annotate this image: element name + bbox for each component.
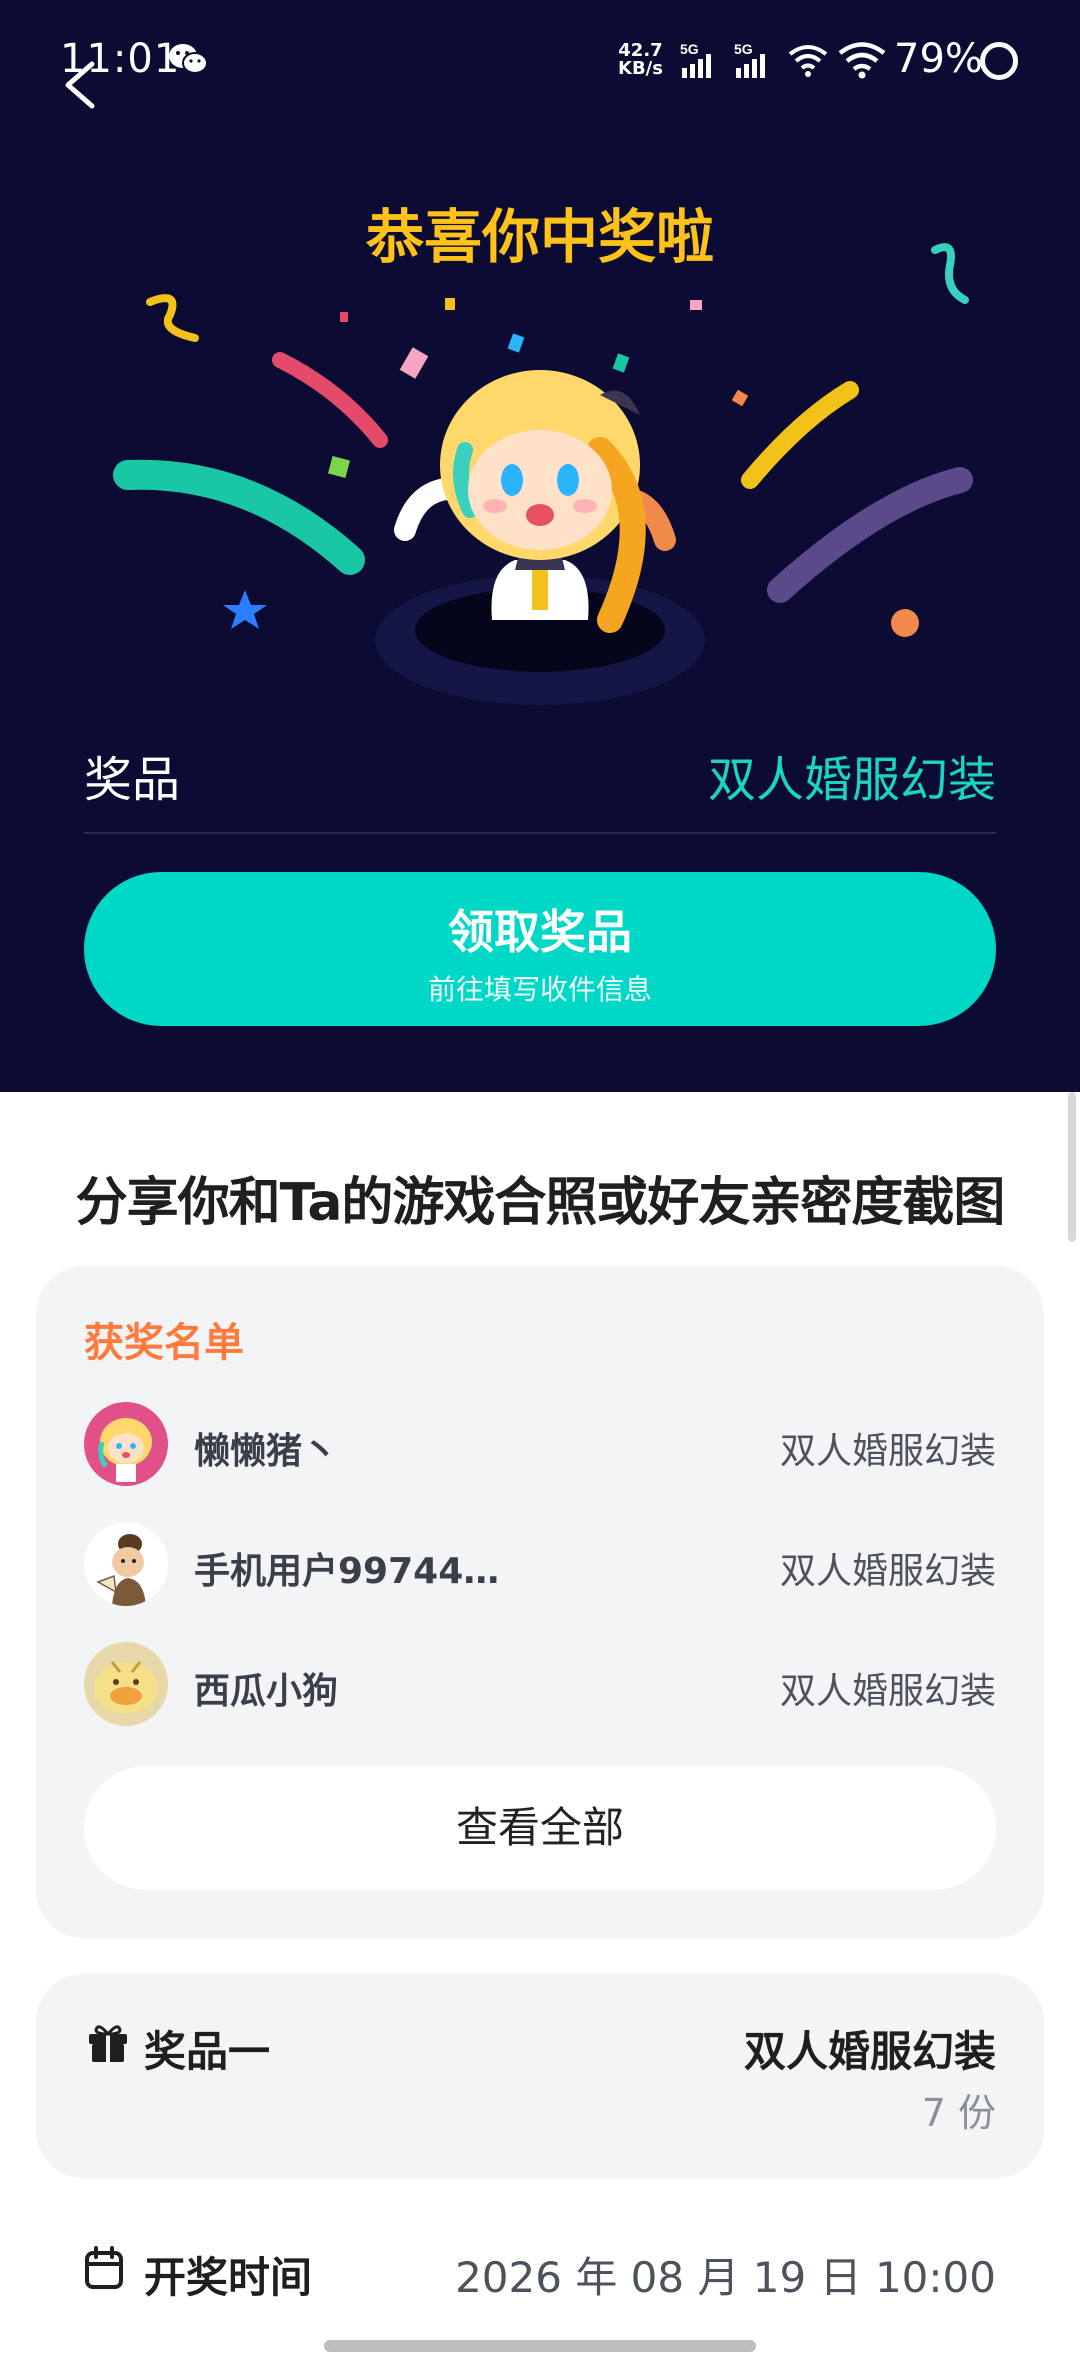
wifi-plus-icon bbox=[788, 45, 828, 77]
prize-one-name: 双人婚服幻装 bbox=[743, 2027, 996, 2076]
claim-button-title: 领取奖品 bbox=[448, 905, 632, 959]
share-title: 分享你和Ta的游戏合照或好友亲密度截图 bbox=[75, 1173, 1006, 1233]
winner-name: 手机用户99744… bbox=[194, 1551, 500, 1592]
sig1-label: 5G bbox=[680, 41, 699, 57]
net-speed-unit: KB/s bbox=[618, 58, 663, 79]
back-arrow-icon[interactable] bbox=[60, 58, 104, 112]
prize-detail-card: 奖品一 双人婚服幻装 7 份 bbox=[36, 1974, 1044, 2178]
avatar bbox=[84, 1402, 168, 1486]
claim-button-subtitle: 前往填写收件信息 bbox=[427, 973, 652, 1006]
draw-time-value: 2026 年 08 月 19 日 10:00 bbox=[455, 2253, 996, 2302]
prize-label: 奖品 bbox=[84, 752, 181, 808]
claim-prize-button[interactable]: 领取奖品 前往填写收件信息 bbox=[84, 872, 996, 1026]
winner-prize: 双人婚服幻装 bbox=[779, 1551, 996, 1592]
winner-row: 西瓜小狗 双人婚服幻装 bbox=[84, 1642, 996, 1726]
winner-prize: 双人婚服幻装 bbox=[779, 1431, 996, 1472]
gift-icon bbox=[89, 2025, 127, 2062]
winner-name: 懒懒猪丶 bbox=[194, 1431, 339, 1472]
battery-percent: 79% bbox=[894, 36, 983, 82]
network-speed: 42.7 KB/s bbox=[618, 42, 663, 78]
winners-card: 获奖名单 懒懒猪丶 双人婚服幻装 手机用户99744… 双人婚服幻装 西瓜小狗 … bbox=[36, 1266, 1044, 1938]
winner-prize: 双人婚服幻装 bbox=[779, 1671, 996, 1712]
winner-row: 懒懒猪丶 双人婚服幻装 bbox=[84, 1402, 996, 1486]
draw-time-row: 开奖时间 2026 年 08 月 19 日 10:00 bbox=[84, 2240, 996, 2304]
avatar bbox=[84, 1642, 168, 1726]
winners-title: 获奖名单 bbox=[84, 1320, 244, 1366]
sig2-label: 5G bbox=[734, 41, 753, 57]
calendar-icon bbox=[85, 2246, 123, 2289]
prize-one-count: 7 份 bbox=[921, 2091, 996, 2135]
winner-row: 手机用户99744… 双人婚服幻装 bbox=[84, 1522, 996, 1606]
avatar bbox=[84, 1522, 168, 1606]
celebration-illustration bbox=[113, 243, 973, 705]
battery-ring-icon bbox=[980, 42, 1018, 80]
wifi-icon bbox=[838, 42, 886, 79]
prize-summary-row: 奖品 双人婚服幻装 bbox=[84, 730, 996, 834]
draw-time-label: 开奖时间 bbox=[144, 2253, 313, 2302]
prize-value: 双人婚服幻装 bbox=[707, 752, 996, 808]
wechat-icon bbox=[169, 44, 208, 74]
signal-5g-icon-2: 5G bbox=[734, 41, 765, 78]
prize-one-label: 奖品一 bbox=[144, 2027, 271, 2076]
view-all-button[interactable]: 查看全部 bbox=[84, 1766, 996, 1890]
signal-5g-icon: 5G bbox=[680, 41, 711, 78]
prize-hero: 11:01 42.7 KB/s 5G 5G 79% 恭喜你中奖啦 奖品 双人婚服… bbox=[0, 0, 1080, 1092]
winner-name: 西瓜小狗 bbox=[194, 1671, 339, 1712]
status-bar: 11:01 42.7 KB/s 5G 5G 79% bbox=[0, 0, 1080, 120]
home-indicator[interactable] bbox=[324, 2340, 756, 2352]
